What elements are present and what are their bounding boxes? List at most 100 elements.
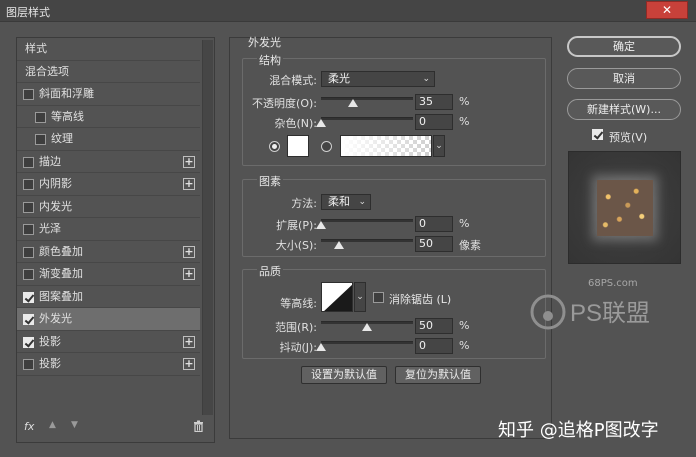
- range-label: 范围(R):: [275, 321, 317, 334]
- preview-thumbnail: [597, 180, 653, 236]
- contour-label: 等高线:: [280, 297, 317, 310]
- size-slider-thumb[interactable]: [334, 241, 345, 249]
- noise-label: 杂色(N):: [274, 117, 317, 130]
- preview-checkbox[interactable]: [592, 129, 603, 140]
- blend-mode-select[interactable]: 柔光 ⌄: [321, 71, 435, 87]
- contour-preview[interactable]: [321, 282, 353, 312]
- style-checkbox[interactable]: [23, 156, 34, 168]
- reset-default-button[interactable]: 复位为默认值: [395, 366, 481, 384]
- style-checkbox[interactable]: [23, 224, 34, 235]
- style-list-item-label: 样式: [25, 42, 47, 55]
- outer-glow-panel: 外发光 结构 混合模式: 柔光 ⌄ 不透明度(O): 35 % 杂色(N): 0…: [229, 36, 552, 439]
- range-input[interactable]: 50: [415, 318, 453, 334]
- blend-mode-label: 混合模式:: [269, 74, 317, 87]
- chevron-down-icon: ⌄: [422, 74, 430, 84]
- noise-unit: %: [459, 115, 470, 128]
- style-checkbox[interactable]: [23, 314, 34, 325]
- noise-slider-track[interactable]: [321, 117, 413, 120]
- style-list-item[interactable]: 纹理: [17, 128, 200, 151]
- style-checkbox[interactable]: [23, 246, 34, 258]
- fx-icon[interactable]: fx: [24, 420, 34, 433]
- add-effect-icon[interactable]: +: [183, 358, 195, 370]
- style-checkbox[interactable]: [23, 201, 34, 213]
- style-list-toolbar: fx ▲ ▼: [17, 414, 214, 442]
- opacity-input[interactable]: 35: [415, 94, 453, 110]
- style-list-item[interactable]: 外发光: [17, 308, 200, 331]
- style-list-item[interactable]: 内阴影 +: [17, 173, 200, 196]
- style-list-item[interactable]: 斜面和浮雕: [17, 83, 200, 106]
- move-up-icon[interactable]: ▲: [49, 420, 56, 430]
- solid-color-radio[interactable]: [269, 141, 280, 152]
- trash-icon[interactable]: [193, 420, 204, 433]
- set-default-button[interactable]: 设置为默认值: [301, 366, 387, 384]
- add-effect-icon[interactable]: +: [183, 178, 195, 190]
- glow-gradient-swatch[interactable]: [340, 135, 432, 157]
- glow-color-swatch[interactable]: [287, 135, 309, 157]
- size-input[interactable]: 50: [415, 236, 453, 252]
- noise-input[interactable]: 0: [415, 114, 453, 130]
- style-checkbox[interactable]: [23, 179, 34, 190]
- close-button[interactable]: ✕: [646, 1, 688, 19]
- opacity-slider-thumb[interactable]: [348, 99, 359, 107]
- add-effect-icon[interactable]: +: [183, 268, 195, 280]
- ok-button[interactable]: 确定: [567, 36, 681, 57]
- add-effect-icon[interactable]: +: [183, 245, 195, 258]
- style-list-item[interactable]: 光泽: [17, 218, 200, 241]
- title-bar: 图层样式 ✕: [0, 0, 696, 22]
- jitter-unit: %: [459, 339, 470, 352]
- style-list-item-label: 等高线: [51, 109, 84, 123]
- spread-input[interactable]: 0: [415, 216, 453, 232]
- style-list-item[interactable]: 内发光: [17, 196, 200, 218]
- preview-label: 预览(V): [609, 131, 648, 144]
- gradient-radio[interactable]: [321, 141, 332, 152]
- style-list-item[interactable]: 混合选项: [17, 61, 200, 83]
- style-checkbox[interactable]: [35, 111, 46, 123]
- range-slider-thumb[interactable]: [362, 323, 372, 331]
- opacity-slider-track[interactable]: [321, 97, 413, 100]
- style-list-item-label: 图案叠加: [39, 289, 83, 303]
- style-checkbox[interactable]: [35, 134, 46, 145]
- style-list-panel: 样式混合选项斜面和浮雕等高线纹理 描边 + 内阴影 + 内发光 光泽 颜色叠加 + 渐变叠加 + 图案…: [16, 37, 215, 443]
- style-list-item[interactable]: 渐变叠加 +: [17, 263, 200, 286]
- antialias-label: 消除锯齿 (L): [389, 293, 452, 306]
- add-effect-icon[interactable]: +: [183, 155, 195, 168]
- spread-slider-track[interactable]: [321, 219, 413, 222]
- jitter-input[interactable]: 0: [415, 338, 453, 354]
- add-effect-icon[interactable]: +: [183, 335, 195, 348]
- new-style-button[interactable]: 新建样式(W)...: [567, 99, 681, 120]
- style-checkbox[interactable]: [23, 359, 34, 370]
- window-title: 图层样式: [6, 6, 50, 19]
- opacity-unit: %: [459, 95, 470, 108]
- spread-unit: %: [459, 217, 470, 230]
- elements-title: 图素: [257, 173, 283, 189]
- chevron-down-icon: ⌄: [435, 141, 443, 151]
- antialias-checkbox[interactable]: [373, 292, 384, 303]
- chevron-down-icon: ⌄: [356, 292, 364, 302]
- style-checkbox[interactable]: [23, 269, 34, 280]
- style-list-item[interactable]: 图案叠加: [17, 286, 200, 308]
- style-list-item-label: 斜面和浮雕: [39, 87, 94, 100]
- contour-picker-button[interactable]: ⌄: [354, 282, 366, 312]
- style-list-item[interactable]: 描边 +: [17, 151, 200, 173]
- style-list-item[interactable]: 投影 +: [17, 331, 200, 353]
- structure-title: 结构: [257, 52, 283, 68]
- style-list-item-label: 混合选项: [25, 64, 69, 78]
- style-checkbox[interactable]: [23, 89, 34, 100]
- style-list-item-label: 投影: [39, 334, 61, 348]
- jitter-slider-thumb[interactable]: [316, 343, 326, 351]
- move-down-icon[interactable]: ▼: [71, 420, 78, 430]
- technique-select[interactable]: 柔和 ⌄: [321, 194, 371, 210]
- style-checkbox[interactable]: [23, 291, 34, 303]
- style-list-item[interactable]: 样式: [17, 38, 200, 61]
- style-list: 样式混合选项斜面和浮雕等高线纹理 描边 + 内阴影 + 内发光 光泽 颜色叠加 + 渐变叠加 + 图案…: [17, 38, 200, 376]
- jitter-slider-track[interactable]: [321, 341, 413, 344]
- gradient-picker-button[interactable]: ⌄: [433, 135, 445, 157]
- style-list-item[interactable]: 颜色叠加 +: [17, 241, 200, 263]
- style-list-scrollbar[interactable]: [202, 40, 213, 415]
- style-list-item[interactable]: 投影 +: [17, 353, 200, 376]
- cancel-button[interactable]: 取消: [567, 68, 681, 89]
- style-list-item[interactable]: 等高线: [17, 106, 200, 128]
- spread-slider-thumb[interactable]: [316, 221, 326, 229]
- noise-slider-thumb[interactable]: [316, 119, 326, 127]
- style-checkbox[interactable]: [23, 336, 34, 348]
